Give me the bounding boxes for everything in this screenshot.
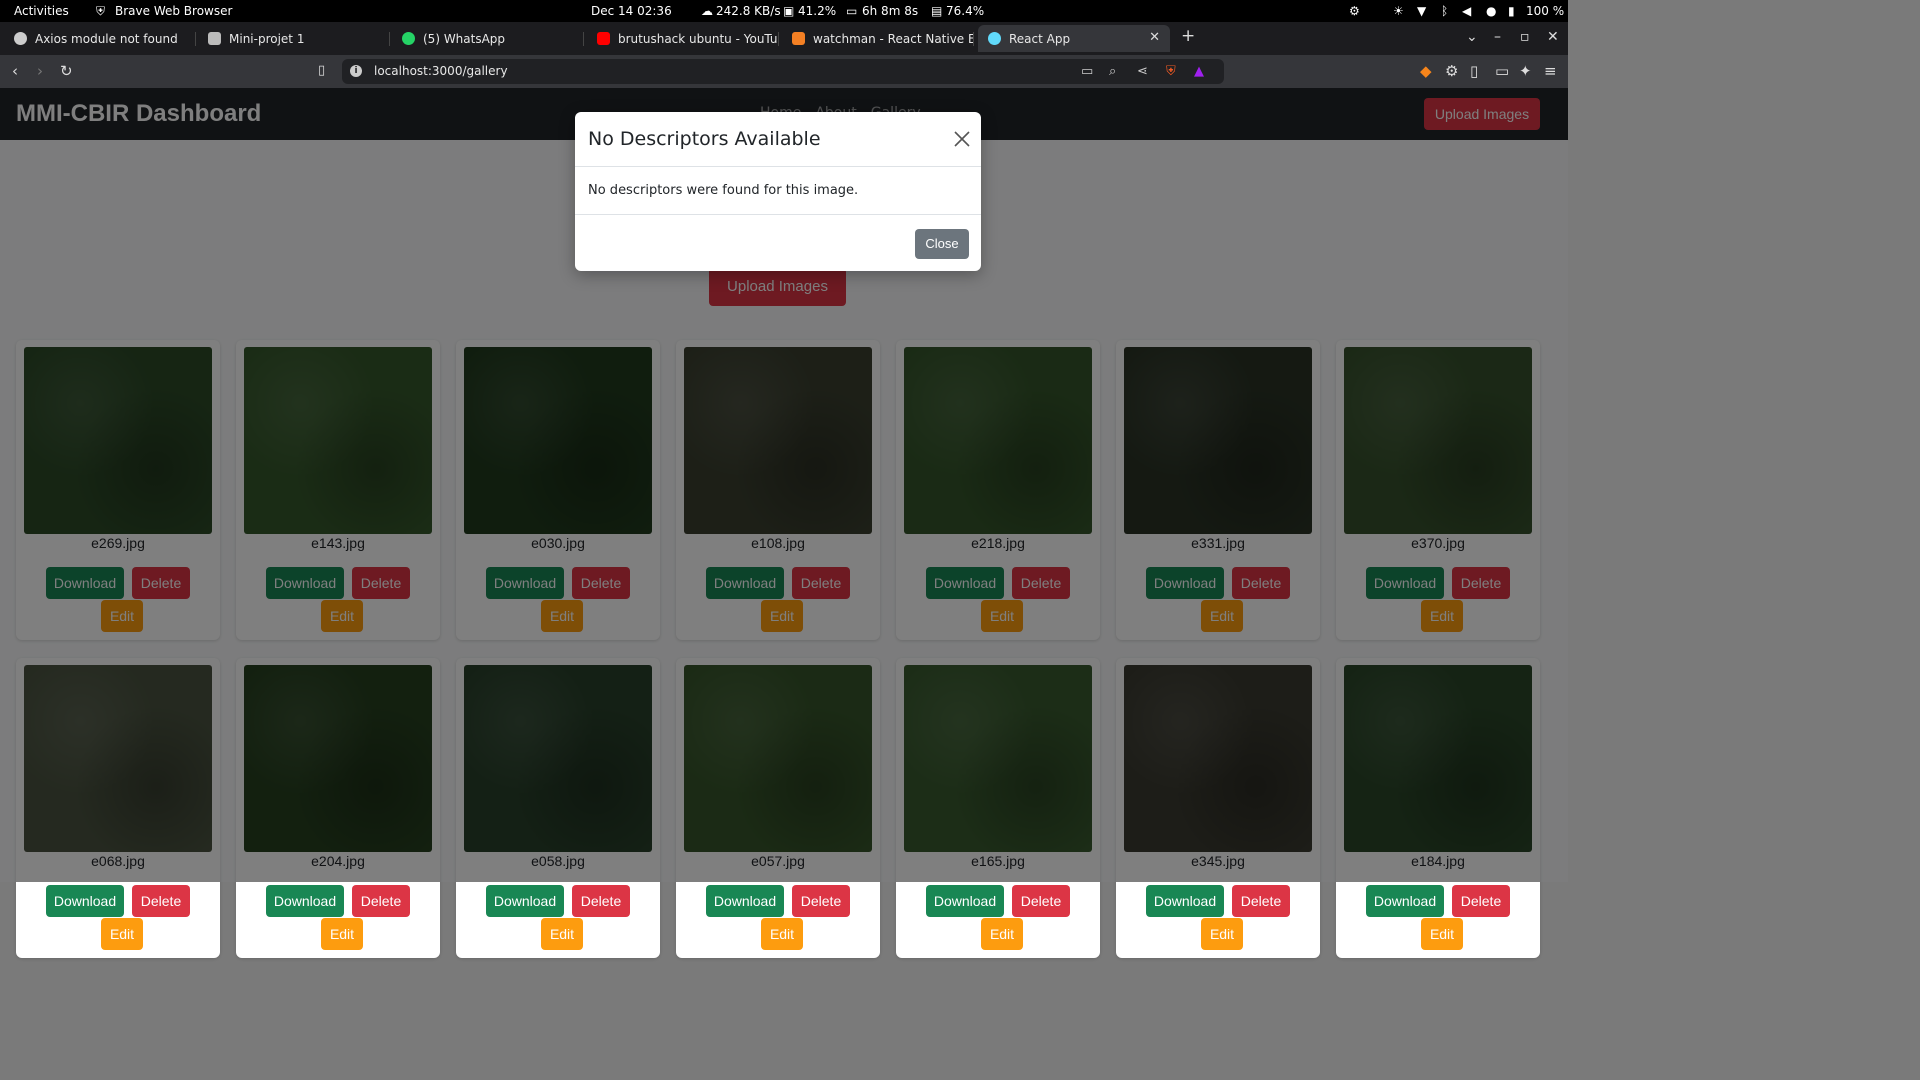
youtube-icon — [597, 32, 610, 45]
wallet-icon[interactable]: ▭ — [1495, 62, 1509, 80]
delete-button[interactable]: Delete — [572, 885, 630, 917]
reload-icon[interactable]: ↻ — [60, 62, 73, 80]
sidebar-icon[interactable]: ▯ — [1470, 62, 1478, 80]
stackoverflow-icon — [792, 32, 805, 45]
maximize-icon[interactable]: ▫ — [1520, 29, 1530, 45]
tab-divider — [778, 32, 779, 46]
download-button[interactable]: Download — [1146, 885, 1224, 917]
delete-button[interactable]: Delete — [1232, 885, 1290, 917]
zoom-icon[interactable]: ⌕ — [1109, 64, 1116, 79]
edit-button[interactable]: Edit — [321, 918, 363, 950]
cast-icon[interactable]: ▭ — [1081, 64, 1093, 79]
tab-title: brutushack ubuntu - YouTub — [618, 31, 779, 46]
bookmark-icon[interactable]: ▯ — [318, 63, 325, 78]
tab-title: React App — [1009, 31, 1071, 46]
browser-tab-strip: Axios module not found Mini-projet 1 (5)… — [0, 22, 1568, 55]
delete-button[interactable]: Delete — [792, 885, 850, 917]
download-button[interactable]: Download — [1366, 885, 1444, 917]
download-button[interactable]: Download — [486, 885, 564, 917]
browser-tab[interactable]: Axios module not found — [4, 25, 196, 52]
edit-button[interactable]: Edit — [981, 918, 1023, 950]
tab-title: Axios module not found — [35, 31, 178, 46]
focused-app-name[interactable]: Brave Web Browser — [115, 4, 232, 18]
delete-button[interactable]: Delete — [1012, 885, 1070, 917]
wifi-icon[interactable]: ▼ — [1417, 4, 1426, 18]
tab-divider — [389, 32, 390, 46]
close-window-icon[interactable]: ✕ — [1547, 29, 1559, 45]
react-icon — [988, 32, 1001, 45]
metamask-icon[interactable]: ◆ — [1420, 62, 1432, 80]
new-tab-icon[interactable]: + — [1181, 26, 1195, 46]
url-text[interactable]: localhost:3000/gallery — [374, 64, 508, 78]
close-icon[interactable] — [953, 130, 971, 148]
brightness-icon[interactable]: ☀ — [1393, 4, 1404, 18]
download-button[interactable]: Download — [266, 885, 344, 917]
share-icon[interactable]: ⋖ — [1137, 64, 1148, 79]
download-button[interactable]: Download — [926, 885, 1004, 917]
battery-level: 100 % — [1526, 4, 1565, 18]
download-button[interactable]: Download — [46, 885, 124, 917]
cpu-usage: 76.4% — [946, 4, 985, 18]
delete-button[interactable]: Delete — [352, 885, 410, 917]
bluetooth-icon[interactable]: ᛒ — [1441, 4, 1448, 18]
tab-title: (5) WhatsApp — [423, 31, 506, 46]
close-tab-icon[interactable]: ✕ — [1149, 30, 1160, 45]
modal-header: No Descriptors Available — [575, 112, 981, 167]
monitor-icon: ▭ — [846, 4, 858, 18]
tab-search-icon[interactable]: ⌄ — [1466, 29, 1478, 45]
tab-divider — [583, 32, 584, 46]
browser-tab-active[interactable]: React App ✕ — [978, 25, 1170, 52]
favicon-icon — [208, 32, 221, 45]
disk-icon: ▣ — [783, 4, 795, 18]
back-icon[interactable]: ‹ — [12, 62, 18, 80]
delete-button[interactable]: Delete — [132, 885, 190, 917]
brave-rewards-icon[interactable]: ▲ — [1194, 64, 1204, 79]
edit-button[interactable]: Edit — [541, 918, 583, 950]
favicon-icon — [14, 32, 27, 45]
forward-icon[interactable]: › — [37, 62, 43, 80]
menu-icon[interactable]: ≡ — [1544, 62, 1557, 80]
edit-button[interactable]: Edit — [1421, 918, 1463, 950]
browser-tab[interactable]: (5) WhatsApp — [392, 25, 584, 52]
browser-tab[interactable]: brutushack ubuntu - YouTub — [587, 25, 779, 52]
modal-title: No Descriptors Available — [588, 128, 821, 150]
whatsapp-icon — [402, 32, 415, 45]
uptime: 6h 8m 8s — [862, 4, 919, 18]
system-top-bar: Activities ⛨ Brave Web Browser Dec 14 02… — [0, 0, 1568, 22]
disk-usage: 41.2% — [798, 4, 837, 18]
browser-toolbar: ‹ › ↻ ▯ i localhost:3000/gallery ▭ ⌕ ⋖ ⛨… — [0, 55, 1568, 88]
edit-button[interactable]: Edit — [101, 918, 143, 950]
brave-shields-icon[interactable]: ⛨ — [1166, 64, 1176, 79]
modal-body-text: No descriptors were found for this image… — [588, 183, 859, 198]
tab-divider — [973, 32, 974, 46]
delete-button[interactable]: Delete — [1452, 885, 1510, 917]
address-bar[interactable]: i localhost:3000/gallery ▭ ⌕ ⋖ ⛨ ▲ — [342, 59, 1224, 84]
minimize-icon[interactable]: – — [1494, 29, 1501, 45]
no-descriptors-modal: No Descriptors Available No descriptors … — [575, 112, 981, 271]
modal-footer: Close — [575, 214, 981, 271]
cpu-icon: ▤ — [931, 4, 943, 18]
browser-tab[interactable]: watchman - React Native Er — [782, 25, 974, 52]
extensions-icon[interactable]: ⚙ — [1445, 62, 1458, 80]
shield-icon: ⛨ — [96, 4, 106, 18]
download-button[interactable]: Download — [706, 885, 784, 917]
network-speed: 242.8 KB/s — [716, 4, 781, 18]
battery-icon[interactable]: ▮ — [1508, 4, 1515, 18]
cloud-icon: ☁ — [701, 4, 713, 18]
close-button[interactable]: Close — [915, 229, 969, 259]
clock[interactable]: Dec 14 02:36 — [591, 4, 672, 18]
edit-button[interactable]: Edit — [1201, 918, 1243, 950]
site-info-icon[interactable]: i — [350, 65, 362, 77]
tab-divider — [195, 32, 196, 46]
tab-title: watchman - React Native Er — [813, 31, 974, 46]
volume-icon[interactable]: ◀ — [1462, 4, 1471, 18]
activities-button[interactable]: Activities — [14, 4, 69, 18]
leo-icon[interactable]: ✦ — [1519, 62, 1532, 80]
edit-button[interactable]: Edit — [761, 918, 803, 950]
microphone-icon[interactable]: ● — [1486, 4, 1496, 18]
extension-icon[interactable]: ⚙ — [1349, 4, 1360, 18]
browser-tab[interactable]: Mini-projet 1 — [198, 25, 390, 52]
tab-title: Mini-projet 1 — [229, 31, 305, 46]
